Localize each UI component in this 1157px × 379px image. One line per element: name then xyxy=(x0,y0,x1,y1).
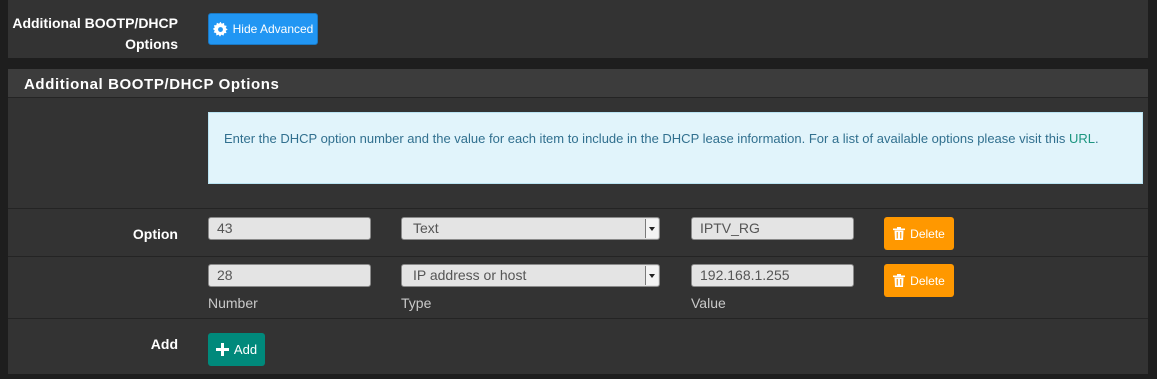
chevron-down-icon xyxy=(645,266,658,285)
info-box: Enter the DHCP option number and the val… xyxy=(208,112,1143,184)
advanced-options-label-line1: Additional BOOTP/DHCP xyxy=(12,15,178,31)
option-value-input[interactable]: IPTV_RG xyxy=(691,217,854,240)
trash-icon xyxy=(893,274,906,287)
delete-button[interactable]: Delete xyxy=(884,217,954,250)
options-url-link[interactable]: URL xyxy=(1069,131,1095,146)
add-button-label: Add xyxy=(233,342,258,357)
plus-icon xyxy=(215,343,229,356)
divider xyxy=(8,208,1148,209)
type-hint: Type xyxy=(401,295,432,311)
divider xyxy=(8,256,1148,257)
delete-label: Delete xyxy=(910,226,945,241)
option-type-select[interactable]: IP address or host xyxy=(401,264,660,287)
trash-icon xyxy=(893,227,906,240)
info-suffix: . xyxy=(1095,131,1099,146)
option-number-input[interactable]: 28 xyxy=(208,264,371,287)
value-hint: Value xyxy=(691,295,726,311)
hide-advanced-label: Hide Advanced xyxy=(232,22,314,36)
option-type-value: Text xyxy=(413,220,439,236)
option-number-input[interactable]: 43 xyxy=(208,217,371,240)
advanced-options-label: Additional BOOTP/DHCP Options xyxy=(12,13,178,55)
option-value-input[interactable]: 192.168.1.255 xyxy=(691,264,854,287)
add-option-button[interactable]: Add xyxy=(208,333,265,366)
number-hint: Number xyxy=(208,295,258,311)
advanced-options-label-line2: Options xyxy=(125,36,178,52)
option-label: Option xyxy=(132,226,178,242)
info-text: Enter the DHCP option number and the val… xyxy=(224,131,1066,146)
gear-icon xyxy=(212,21,228,37)
panel-heading: Additional BOOTP/DHCP Options xyxy=(8,69,1148,98)
panel-title: Additional BOOTP/DHCP Options xyxy=(24,76,280,93)
hide-advanced-button[interactable]: Hide Advanced xyxy=(208,13,318,45)
advanced-options-row: Additional BOOTP/DHCP Options Hide Advan… xyxy=(8,0,1148,58)
option-type-select[interactable]: Text xyxy=(401,217,660,240)
option-type-value: IP address or host xyxy=(413,267,527,283)
delete-label: Delete xyxy=(910,273,945,288)
delete-button[interactable]: Delete xyxy=(884,264,954,297)
add-label: Add xyxy=(150,336,178,352)
divider xyxy=(8,318,1148,319)
chevron-down-icon xyxy=(645,219,658,238)
bootp-dhcp-options-panel: Additional BOOTP/DHCP Options Enter the … xyxy=(8,69,1148,374)
